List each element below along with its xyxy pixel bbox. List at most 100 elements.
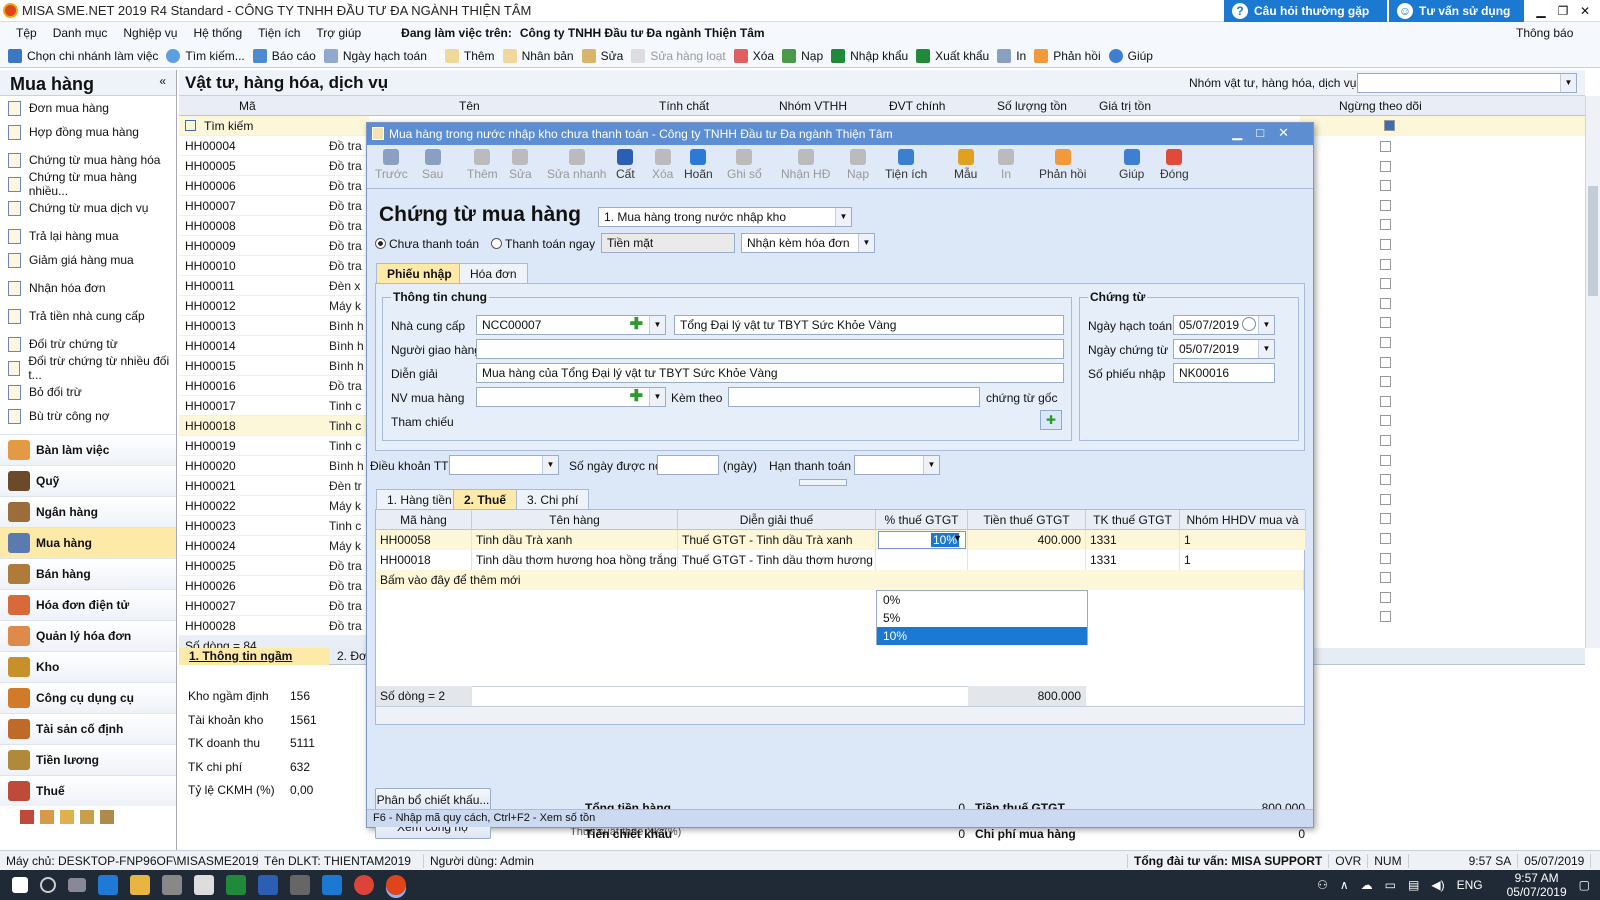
stop-tracking-checkbox[interactable]: [1380, 435, 1391, 446]
nav-assets[interactable]: Tài sản cố định: [0, 713, 176, 744]
ribbon-cất-button[interactable]: Cất: [616, 149, 635, 181]
table-row[interactable]: HH00024 Máy k: [179, 536, 369, 556]
table-row[interactable]: HH00017 Tinh c: [179, 396, 369, 416]
notification-icon[interactable]: ▢: [1579, 878, 1590, 892]
nav-tax[interactable]: Thuế: [0, 775, 176, 806]
col-group[interactable]: Nhóm VTHH: [779, 99, 847, 113]
tax-cell-tax[interactable]: 400.000: [968, 530, 1086, 550]
tax-col-header[interactable]: % thuế GTGT: [876, 510, 968, 530]
delete-button[interactable]: Xóa: [733, 48, 774, 63]
people-icon[interactable]: ⚇: [1317, 878, 1328, 892]
sidebar-item[interactable]: Đối trừ chứng từ nhiều đối t...: [0, 354, 176, 382]
rate-option[interactable]: 0%: [877, 591, 1087, 609]
shortcut-icon[interactable]: [20, 810, 34, 824]
list-scrollbar[interactable]: [1585, 96, 1600, 648]
word-icon[interactable]: [258, 875, 278, 895]
duplicate-button[interactable]: Nhân bản: [502, 48, 574, 63]
tab-goods[interactable]: 1. Hàng tiền: [376, 489, 463, 509]
ribbon-xóa-button[interactable]: Xóa: [652, 149, 673, 181]
nav-purchase[interactable]: Mua hàng: [0, 527, 176, 558]
col-stop-tracking[interactable]: Ngừng theo dõi: [1339, 99, 1422, 113]
language-indicator[interactable]: ENG: [1457, 878, 1483, 892]
sidebar-item[interactable]: Chứng từ mua hàng nhiều...: [0, 170, 176, 198]
paid-now-radio[interactable]: Thanh toán ngay: [491, 237, 595, 251]
table-row[interactable]: HH00028 Đồ tra: [179, 616, 369, 636]
tax-cell-acc[interactable]: 1331: [1086, 550, 1180, 570]
ribbon-sửa-button[interactable]: Sửa: [509, 149, 532, 181]
table-row[interactable]: HH00009 Đồ tra: [179, 236, 369, 256]
invoice-mode-select[interactable]: Nhận kèm hóa đơn ▼: [741, 233, 875, 253]
col-nature[interactable]: Tính chất: [659, 99, 709, 113]
stop-tracking-checkbox[interactable]: [1380, 552, 1391, 564]
table-row[interactable]: HH00012 Máy k: [179, 296, 369, 316]
sidebar-item[interactable]: Hợp đồng mua hàng: [0, 120, 176, 144]
table-row[interactable]: HH00014 Bình h: [179, 336, 369, 356]
stop-tracking-checkbox[interactable]: [1380, 572, 1391, 584]
menu-system[interactable]: Hệ thống: [193, 26, 242, 40]
search-row[interactable]: Tìm kiếm: [179, 116, 369, 136]
ribbon-sửa-nhanh-button[interactable]: Sửa nhanh: [547, 149, 606, 181]
table-row[interactable]: HH00023 Tinh c: [179, 516, 369, 536]
menu-utilities[interactable]: Tiện ích: [258, 26, 300, 40]
sidebar-item[interactable]: Bù trừ công nợ: [0, 404, 176, 428]
nav-bank[interactable]: Ngân hàng: [0, 496, 176, 527]
stop-tracking-checkbox[interactable]: [1380, 199, 1391, 211]
ribbon-mẫu-button[interactable]: Mẫu: [954, 149, 977, 181]
stop-tracking-checkbox[interactable]: [1380, 493, 1391, 505]
ribbon-giúp-button[interactable]: Giúp: [1119, 149, 1144, 181]
chevron-down-icon[interactable]: ▼: [953, 533, 962, 543]
sidebar-item[interactable]: Nhận hóa đơn: [0, 276, 176, 300]
mail-icon[interactable]: [194, 875, 214, 895]
table-row[interactable]: HH00022 Máy k: [179, 496, 369, 516]
close-icon[interactable]: ✕: [1574, 0, 1596, 22]
stop-tracking-checkbox[interactable]: [1380, 337, 1391, 348]
payment-method-field[interactable]: Tiền mặt: [601, 233, 735, 253]
search-icon[interactable]: [40, 877, 56, 893]
tax-cell-name[interactable]: Tinh dầu Trà xanh: [472, 530, 678, 550]
help-button[interactable]: Giúp: [1108, 48, 1153, 63]
advice-button[interactable]: ☺ Tư vấn sử dụng: [1389, 0, 1524, 22]
table-row[interactable]: HH00016 Đồ tra: [179, 376, 369, 396]
edge-icon[interactable]: [98, 875, 118, 895]
stop-tracking-checkbox[interactable]: [1380, 160, 1391, 172]
sidebar-item[interactable]: Chứng từ mua dịch vụ: [0, 196, 176, 220]
sidebar-item[interactable]: Đơn mua hàng: [0, 96, 176, 120]
nav-sales[interactable]: Bán hàng: [0, 558, 176, 589]
add-staff-icon[interactable]: ✚: [630, 388, 643, 405]
posting-date-button[interactable]: Ngày hạch toán: [323, 48, 427, 63]
import-button[interactable]: Nhập khẩu: [831, 48, 908, 63]
table-row[interactable]: HH00019 Tinh c: [179, 436, 369, 456]
faq-button[interactable]: ? Câu hỏi thường gặp: [1224, 0, 1387, 22]
attachment-field[interactable]: [728, 387, 980, 407]
tax-col-header[interactable]: Diễn giải thuế: [678, 510, 876, 530]
add-new-row[interactable]: Bấm vào đây để thêm mới: [376, 570, 1304, 590]
add-supplier-icon[interactable]: ✚: [630, 316, 643, 333]
tab-costs[interactable]: 3. Chi phí: [516, 489, 590, 509]
table-row[interactable]: HH00025 Đồ tra: [179, 556, 369, 576]
ribbon-nhận-hđ-button[interactable]: Nhận HĐ: [781, 149, 830, 181]
tax-cell-acc[interactable]: 1331: [1086, 530, 1180, 550]
rate-option[interactable]: 5%: [877, 609, 1087, 627]
nav-cash[interactable]: Quỹ: [0, 465, 176, 496]
stop-tracking-checkbox[interactable]: [1380, 239, 1391, 250]
stop-tracking-checkbox[interactable]: [1380, 474, 1391, 486]
due-date-field[interactable]: ▼: [854, 455, 940, 475]
stop-tracking-checkbox[interactable]: [1380, 278, 1391, 290]
stop-tracking-checkbox[interactable]: [1380, 533, 1391, 544]
voucher-date-field[interactable]: 05/07/2019 ▼: [1173, 339, 1275, 359]
tax-cell-tax[interactable]: [968, 550, 1086, 570]
ribbon-nạp-button[interactable]: Nạp: [847, 149, 869, 181]
tax-cell-desc[interactable]: Thuế GTGT - Tinh dầu Trà xanh: [678, 530, 876, 550]
splitter-handle[interactable]: [799, 479, 847, 486]
rate-editor[interactable]: 10% ▼: [878, 531, 966, 549]
stop-tracking-checkbox[interactable]: [1380, 317, 1391, 329]
add-button[interactable]: Thêm: [444, 48, 495, 63]
ribbon-phản-hồi-button[interactable]: Phản hồi: [1039, 149, 1086, 181]
shortcut-icon[interactable]: [80, 810, 94, 824]
rate-option[interactable]: 10%: [877, 627, 1087, 645]
table-row[interactable]: HH00027 Đồ tra: [179, 596, 369, 616]
feedback-button[interactable]: Phản hồi: [1034, 48, 1101, 63]
print-button[interactable]: In: [997, 48, 1026, 63]
supplier-name-field[interactable]: Tổng Đại lý vật tư TBYT Sức Khỏe Vàng: [674, 315, 1064, 335]
ribbon-tiện-ích-button[interactable]: Tiện ích: [885, 149, 927, 181]
